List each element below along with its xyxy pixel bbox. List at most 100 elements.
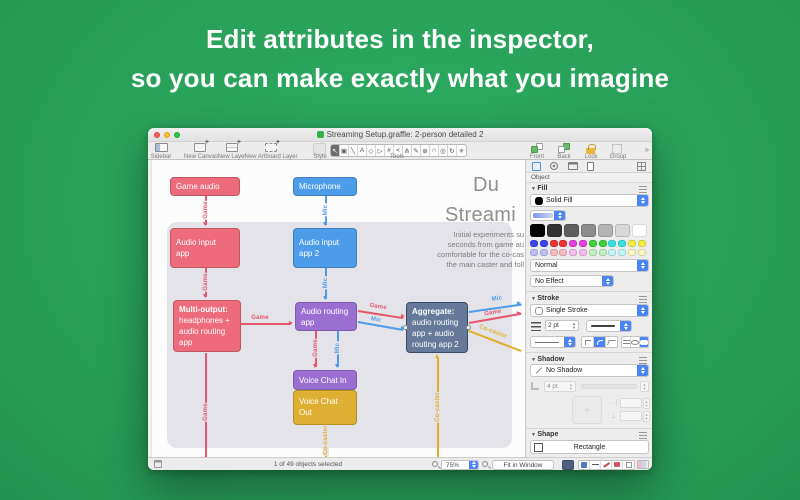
color-swatch[interactable] — [608, 249, 617, 256]
new-artboard-layer-button[interactable] — [265, 139, 280, 152]
color-swatch[interactable] — [539, 249, 548, 256]
tool-line[interactable]: ╲ — [349, 145, 358, 156]
blend-mode-dropdown[interactable]: Normal — [530, 259, 649, 272]
zoom-level-dropdown[interactable]: 75% — [441, 459, 479, 470]
node-voice-chat-in[interactable]: Voice Chat In — [293, 370, 357, 390]
node-audio-input-app-2[interactable]: Audio input app 2 — [293, 228, 357, 268]
pen-style-chip[interactable] — [601, 460, 612, 469]
stepper-arrows-icon[interactable]: ▲ ▼ — [643, 383, 647, 390]
cap-round-button[interactable] — [640, 337, 648, 347]
tab-properties[interactable] — [550, 162, 558, 170]
tool-pen[interactable]: ✎ — [412, 145, 421, 156]
tool-hand[interactable]: ✳ — [457, 145, 466, 156]
tool-style-brush[interactable]: ⊕ — [421, 145, 430, 156]
selection-handle[interactable] — [403, 325, 408, 330]
tool-shapes[interactable]: ▣ — [340, 145, 349, 156]
tool-point-edit[interactable]: ▷ — [376, 145, 385, 156]
shadow-y-stepper[interactable]: ▲ ▼ — [643, 411, 650, 422]
color-swatch[interactable] — [598, 240, 607, 247]
color-swatch[interactable] — [618, 240, 627, 247]
new-canvas-button[interactable] — [194, 139, 209, 152]
tool-rotate[interactable]: ↻ — [448, 145, 457, 156]
stroke-width-stepper[interactable]: 2 pt ▲ ▼ — [545, 320, 579, 331]
color-swatch[interactable] — [578, 249, 587, 256]
dropdown-arrow[interactable] — [637, 365, 648, 376]
tool-magnet[interactable]: ∩ — [430, 145, 439, 156]
zoom-in-icon[interactable] — [482, 461, 488, 467]
shape-section-header[interactable]: Shape — [531, 431, 558, 438]
tool-shape-draw[interactable]: ◇ — [367, 145, 376, 156]
shape-style-chip[interactable] — [612, 460, 623, 469]
new-layer-button[interactable] — [226, 139, 241, 152]
color-swatch[interactable] — [598, 224, 613, 237]
color-swatch[interactable] — [608, 240, 617, 247]
dropdown-arrow[interactable] — [554, 211, 565, 220]
back-button[interactable] — [558, 143, 570, 153]
dropdown-arrow[interactable] — [620, 321, 631, 331]
node-audio-routing-app[interactable]: Audio routing app — [295, 302, 357, 331]
stroke-type-dropdown[interactable]: Single Stroke — [530, 304, 649, 317]
cap-oval-button[interactable] — [631, 337, 640, 347]
dropdown-arrow[interactable] — [637, 260, 648, 271]
image-style-chip[interactable] — [637, 460, 649, 469]
tool-outline[interactable]: ⋔ — [403, 145, 412, 156]
corner-round-button[interactable] — [594, 337, 606, 347]
tab-object[interactable] — [532, 162, 541, 171]
stroke-style-chip[interactable] — [590, 460, 601, 469]
color-swatch[interactable] — [618, 249, 627, 256]
node-game-audio[interactable]: Game audio — [170, 177, 240, 196]
fill-color-dropdown[interactable] — [530, 210, 566, 221]
lock-button[interactable] — [586, 143, 596, 154]
node-aggregate[interactable]: Aggregate: audio routing app + audio routin… — [403, 302, 471, 353]
dropdown-arrow[interactable] — [602, 276, 613, 286]
shadow-menu-icon[interactable] — [639, 357, 647, 364]
dropdown-arrow[interactable] — [469, 460, 478, 469]
shadow-y-input[interactable] — [620, 411, 642, 421]
color-swatch[interactable] — [598, 249, 607, 256]
status-sidebar-icon[interactable] — [154, 460, 162, 468]
color-swatch[interactable] — [547, 224, 562, 237]
tool-text[interactable]: A — [358, 145, 367, 156]
color-swatch[interactable] — [581, 224, 596, 237]
color-swatch[interactable] — [564, 224, 579, 237]
stepper-arrows-icon[interactable]: ▲ ▼ — [569, 383, 573, 390]
color-swatch[interactable] — [569, 240, 578, 247]
inspector-grid-button[interactable] — [637, 162, 646, 171]
color-swatch[interactable] — [578, 240, 587, 247]
color-swatch[interactable] — [559, 249, 568, 256]
tool-zoom[interactable]: ◎ — [439, 145, 448, 156]
shape-type-control[interactable]: Rectangle — [530, 440, 649, 454]
node-multi-output[interactable]: Multi-output: headphones + audio routing ap… — [173, 300, 241, 352]
fill-section-header[interactable]: Fill — [531, 185, 547, 192]
color-swatch[interactable] — [549, 249, 558, 256]
color-swatch[interactable] — [549, 240, 558, 247]
stepper-arrows-icon[interactable]: ▲ ▼ — [572, 322, 576, 329]
sidebar-button[interactable] — [155, 143, 168, 152]
color-swatch[interactable] — [539, 240, 548, 247]
color-swatch[interactable] — [637, 249, 646, 256]
color-swatch[interactable] — [637, 240, 646, 247]
shadow-section-header[interactable]: Shadow — [531, 356, 564, 363]
color-swatch[interactable] — [588, 240, 597, 247]
shape-menu-icon[interactable] — [639, 432, 647, 439]
shadow-x-input[interactable] — [620, 398, 642, 408]
corner-sharp-button[interactable] — [582, 337, 594, 347]
color-swatch[interactable] — [632, 224, 647, 237]
stroke-dash-dropdown[interactable] — [530, 336, 576, 348]
node-microphone[interactable]: Microphone — [293, 177, 357, 196]
stroke-section-header[interactable]: Stroke — [531, 295, 559, 302]
node-voice-chat-out[interactable]: Voice Chat Out — [293, 390, 357, 425]
effect-dropdown[interactable]: No Effect — [530, 275, 614, 287]
shadow-mini-stepper[interactable]: ▲ ▼ — [640, 381, 649, 392]
shadow-type-dropdown[interactable]: No Shadow — [530, 364, 649, 377]
blank-style-chip[interactable] — [623, 461, 634, 469]
tab-document[interactable] — [587, 162, 594, 171]
color-swatch[interactable] — [530, 224, 545, 237]
cap-flat-button[interactable] — [622, 337, 631, 347]
tool-select[interactable]: ↖ — [331, 145, 340, 156]
fill-type-dropdown[interactable]: Solid Fill — [530, 194, 649, 207]
dropdown-arrow[interactable] — [564, 337, 575, 347]
node-audio-input-app[interactable]: Audio input app — [170, 228, 240, 268]
edge-multi-to-routing[interactable] — [241, 323, 291, 325]
color-swatch[interactable] — [627, 249, 636, 256]
